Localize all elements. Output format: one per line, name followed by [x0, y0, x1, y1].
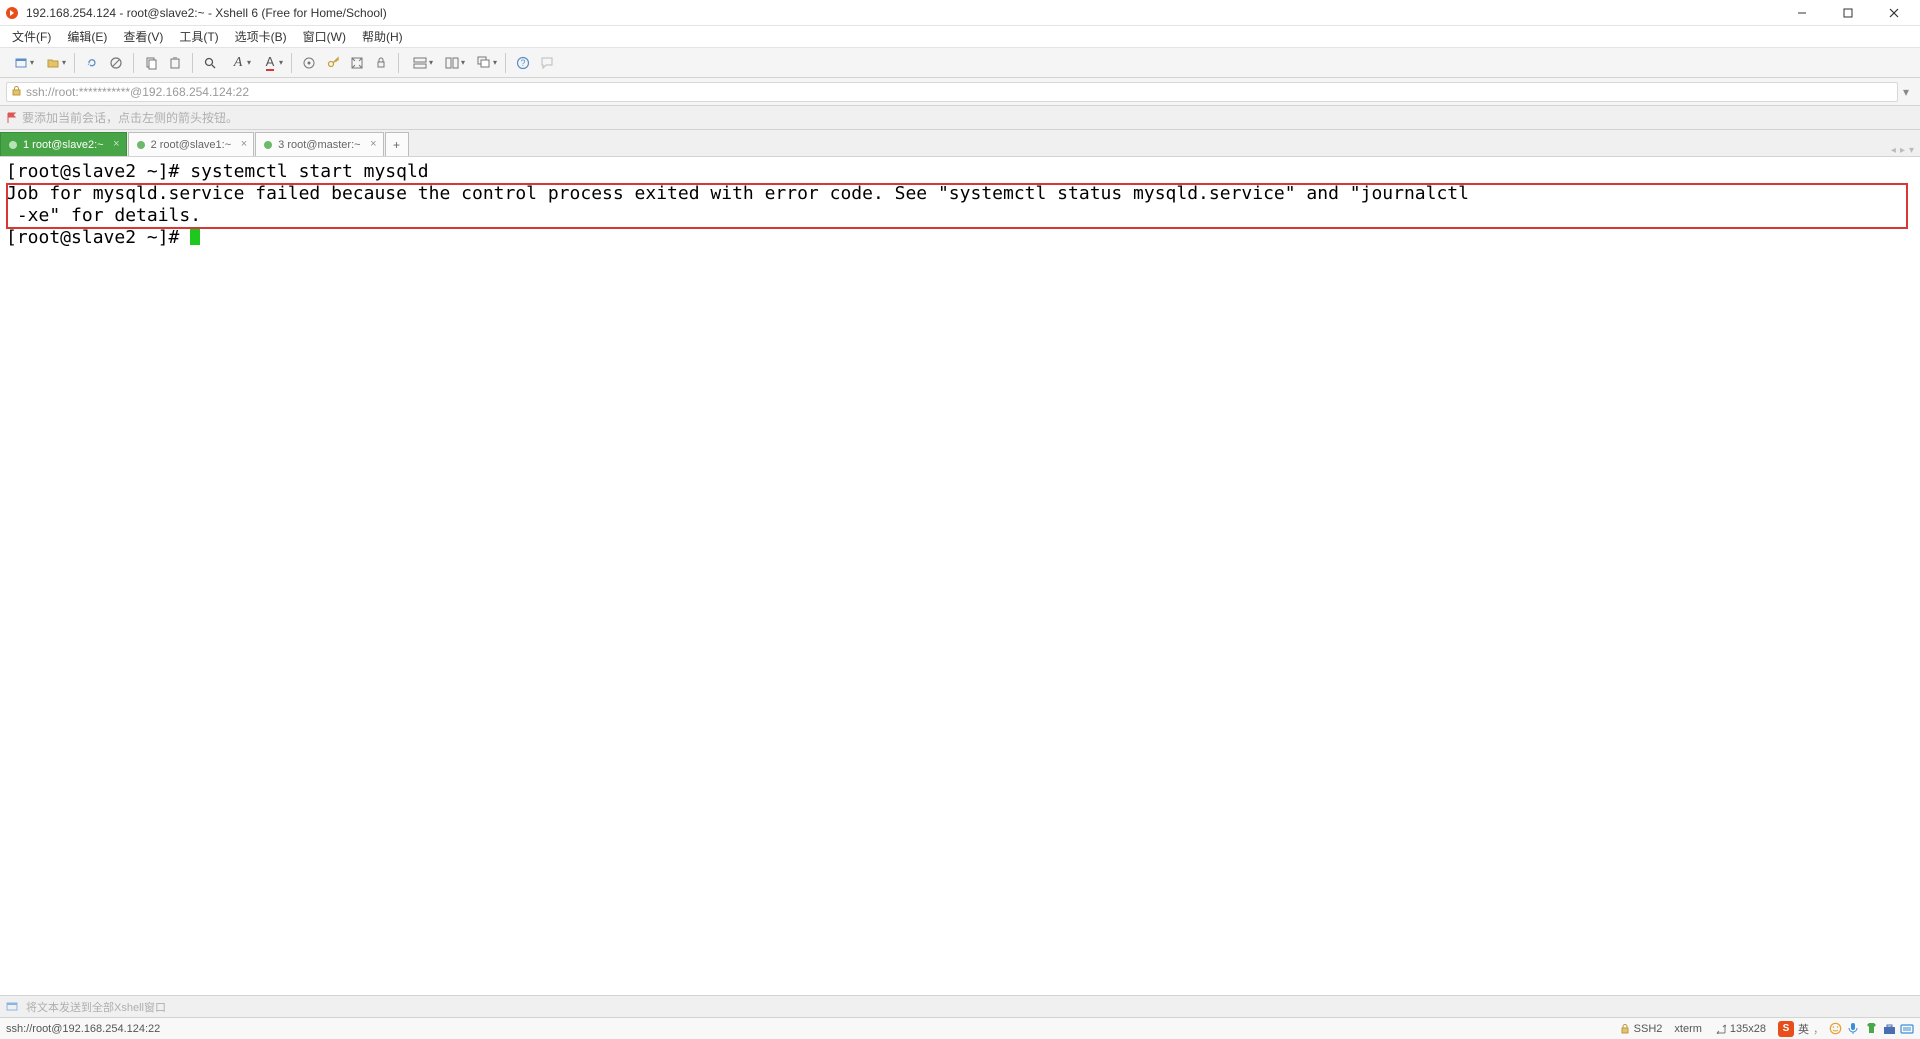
size-icon — [1714, 1022, 1728, 1036]
toolbar: ▾ ▾ A▾ A▾ ▾ ▾ ▾ ? — [0, 48, 1920, 78]
window-title: 192.168.254.124 - root@slave2:~ - Xshell… — [26, 6, 387, 20]
close-tab-icon[interactable]: × — [113, 138, 119, 150]
separator — [505, 53, 506, 73]
lock-button[interactable] — [370, 52, 392, 74]
status-size: 135x28 — [1714, 1022, 1766, 1036]
reconnect-button[interactable] — [81, 52, 103, 74]
session-tab-2[interactable]: 2 root@slave1:~ × — [128, 132, 255, 156]
tab-menu-icon[interactable]: ▾ — [1909, 145, 1914, 156]
tab-label: 1 root@slave2:~ — [23, 139, 104, 151]
separator — [74, 53, 75, 73]
status-dot-icon — [137, 141, 145, 149]
separator — [192, 53, 193, 73]
paste-button[interactable] — [164, 52, 186, 74]
statusbar: ssh://root@192.168.254.124:22 SSH2 xterm… — [0, 1017, 1920, 1039]
new-session-button[interactable]: ▾ — [6, 52, 36, 74]
flag-icon — [6, 112, 18, 124]
broadcast-bar: 将文本发送到全部Xshell窗口 — [0, 995, 1920, 1017]
fullscreen-button[interactable] — [346, 52, 368, 74]
lock-icon — [11, 86, 22, 97]
terminal-output: [root@slave2 ~]# systemctl start mysqld — [6, 161, 1914, 183]
keyboard-icon[interactable] — [1900, 1022, 1914, 1036]
menu-view[interactable]: 查看(V) — [115, 26, 171, 47]
new-tab-button[interactable]: + — [385, 132, 409, 156]
ime-lang: 英 — [1798, 1021, 1809, 1037]
titlebar: 192.168.254.124 - root@slave2:~ - Xshell… — [0, 0, 1920, 26]
copy-button[interactable] — [140, 52, 162, 74]
minimize-button[interactable] — [1788, 2, 1816, 24]
ime-indicator[interactable]: S 英 ， — [1778, 1021, 1914, 1037]
key-button[interactable] — [322, 52, 344, 74]
terminal-prompt: [root@slave2 ~]# — [6, 227, 1914, 249]
close-button[interactable] — [1880, 2, 1908, 24]
menu-tools[interactable]: 工具(T) — [171, 26, 226, 47]
separator — [291, 53, 292, 73]
svg-text:?: ? — [520, 58, 525, 68]
menu-file[interactable]: 文件(F) — [4, 26, 59, 47]
addressbar: ssh://root:***********@192.168.254.124:2… — [0, 78, 1920, 106]
address-input[interactable]: ssh://root:***********@192.168.254.124:2… — [6, 82, 1898, 102]
menu-tabs[interactable]: 选项卡(B) — [227, 26, 295, 47]
skin-icon[interactable] — [1864, 1022, 1878, 1036]
address-dropdown-icon[interactable]: ▾ — [1898, 85, 1914, 99]
tile-h-button[interactable]: ▾ — [405, 52, 435, 74]
tab-next-icon[interactable]: ▸ — [1900, 145, 1905, 156]
tab-label: 3 root@master:~ — [278, 139, 360, 151]
menu-edit[interactable]: 编辑(E) — [59, 26, 115, 47]
broadcast-icon — [6, 1001, 20, 1013]
separator — [398, 53, 399, 73]
tab-prev-icon[interactable]: ◂ — [1891, 145, 1896, 156]
cursor-icon — [190, 227, 200, 245]
broadcast-text: 将文本发送到全部Xshell窗口 — [26, 999, 166, 1015]
hintbar: 要添加当前会话，点击左侧的箭头按钮。 — [0, 106, 1920, 130]
session-tab-1[interactable]: 1 root@slave2:~ × — [0, 132, 127, 156]
status-dot-icon — [264, 141, 272, 149]
close-tab-icon[interactable]: × — [241, 138, 247, 150]
chat-button[interactable] — [536, 52, 558, 74]
terminal[interactable]: [root@slave2 ~]# systemctl start mysqld … — [0, 156, 1920, 995]
status-left: ssh://root@192.168.254.124:22 — [6, 1023, 1618, 1035]
properties-button[interactable] — [298, 52, 320, 74]
color-button[interactable]: A▾ — [255, 52, 285, 74]
open-button[interactable]: ▾ — [38, 52, 68, 74]
cascade-button[interactable]: ▾ — [469, 52, 499, 74]
toolbox-icon[interactable] — [1882, 1022, 1896, 1036]
separator — [133, 53, 134, 73]
terminal-output: Job for mysqld.service failed because th… — [6, 183, 1914, 205]
app-icon — [4, 5, 20, 21]
tab-strip: 1 root@slave2:~ × 2 root@slave1:~ × 3 ro… — [0, 130, 1920, 156]
lock-icon — [1618, 1022, 1632, 1036]
terminal-output: -xe" for details. — [6, 205, 1914, 227]
session-tab-3[interactable]: 3 root@master:~ × — [255, 132, 383, 156]
address-text: ssh://root:***********@192.168.254.124:2… — [26, 85, 249, 99]
font-button[interactable]: A▾ — [223, 52, 253, 74]
hint-text: 要添加当前会话，点击左侧的箭头按钮。 — [22, 109, 238, 126]
help-button[interactable]: ? — [512, 52, 534, 74]
status-dot-icon — [9, 141, 17, 149]
tab-label: 2 root@slave1:~ — [151, 139, 232, 151]
find-button[interactable] — [199, 52, 221, 74]
menu-help[interactable]: 帮助(H) — [354, 26, 411, 47]
mic-icon[interactable] — [1846, 1022, 1860, 1036]
close-tab-icon[interactable]: × — [370, 138, 376, 150]
emoji-icon[interactable] — [1828, 1022, 1842, 1036]
status-ssh: SSH2 — [1618, 1022, 1663, 1036]
menu-window[interactable]: 窗口(W) — [295, 26, 354, 47]
disconnect-button[interactable] — [105, 52, 127, 74]
tile-v-button[interactable]: ▾ — [437, 52, 467, 74]
status-term: xterm — [1674, 1023, 1702, 1035]
maximize-button[interactable] — [1834, 2, 1862, 24]
menubar: 文件(F) 编辑(E) 查看(V) 工具(T) 选项卡(B) 窗口(W) 帮助(… — [0, 26, 1920, 48]
sogou-icon: S — [1778, 1021, 1794, 1037]
